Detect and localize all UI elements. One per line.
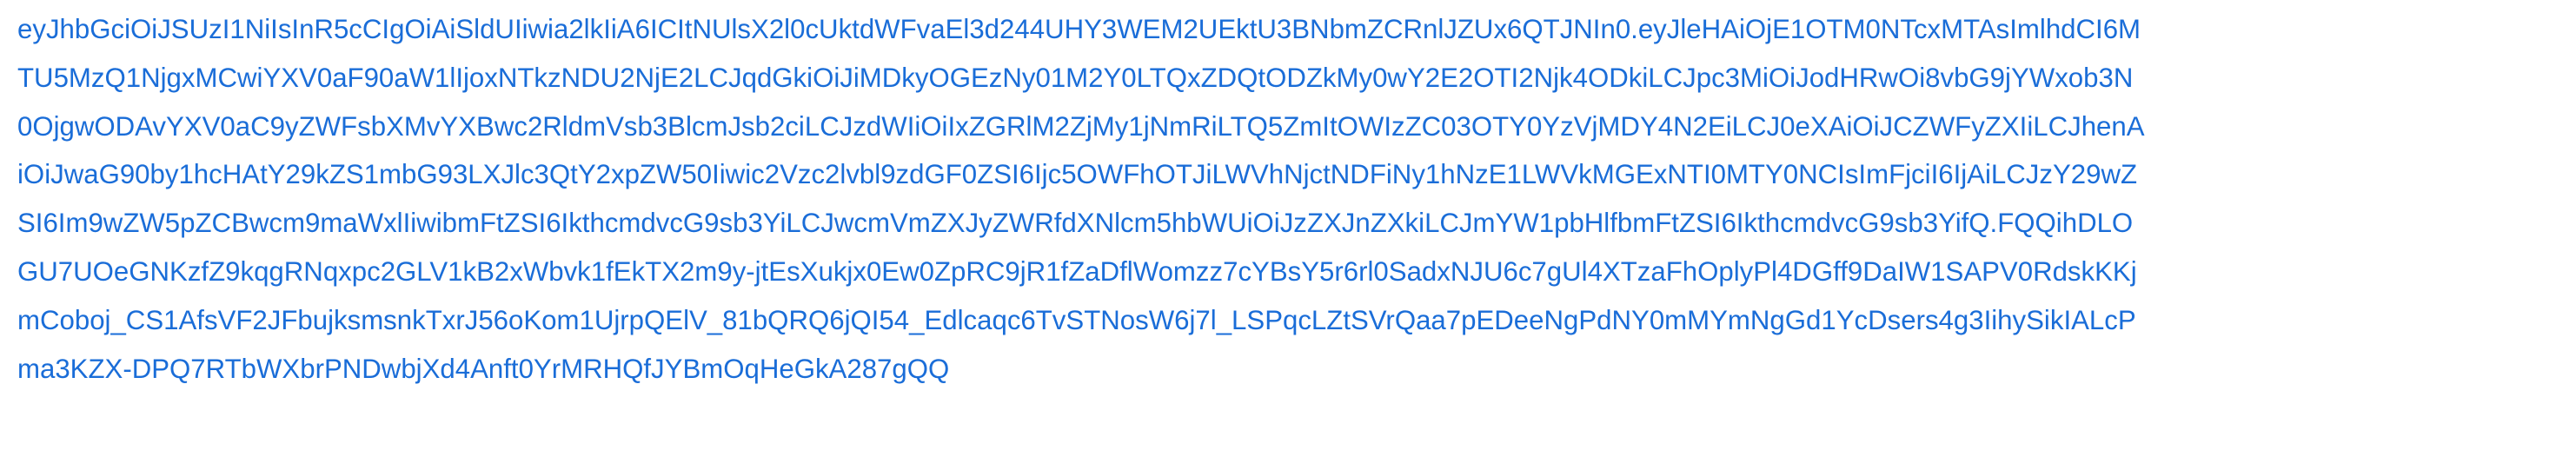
token-line-1: eyJhbGciOiJSUzI1NiIsInR5cCIgOiAiSldUIiwi… (17, 14, 2141, 44)
token-line-6: GU7UOeGNKzfZ9kqgRNqxpc2GLV1kB2xWbvk1fEkT… (17, 255, 2137, 287)
token-line-7: mCoboj_CS1AfsVF2JFbujksmsnkTxrJ56oKom1Uj… (17, 304, 2136, 335)
token-line-3: 0OjgwODAvYXV0aC9yZWFsbXMvYXBwc2RldmVsb3B… (17, 110, 2145, 142)
token-line-4: iOiJwaG90by1hcHAtY29kZS1mbG93LXJlc3QtY2x… (17, 159, 2138, 190)
token-line-5: SI6Im9wZW5pZCBwcm9maWxlIiwibmFtZSI6Ikthc… (17, 208, 2134, 239)
token-line-2: TU5MzQ1NjgxMCwiYXV0aF90aW1lIjoxNTkzNDU2N… (17, 62, 2134, 93)
token-line-8: ma3KZX-DPQ7RTbWXbrPNDwbjXd4Anft0YrMRHQfJ… (17, 353, 950, 384)
jwt-token-text: eyJhbGciOiJSUzI1NiIsInR5cCIgOiAiSldUIiwi… (0, 0, 2576, 457)
